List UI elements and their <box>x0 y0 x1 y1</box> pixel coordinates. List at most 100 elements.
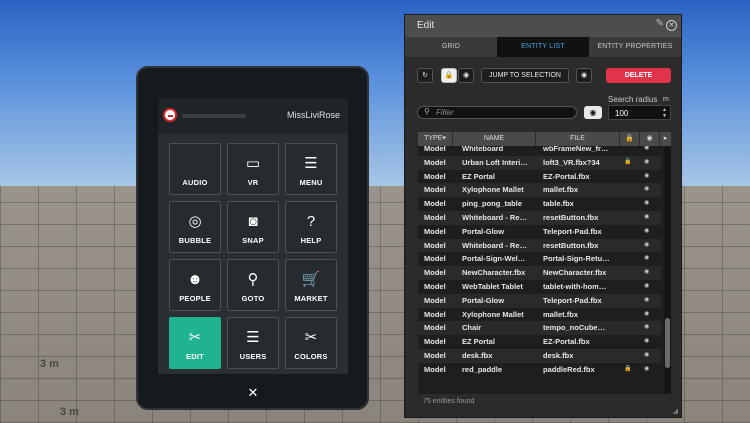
eye-icon[interactable]: ◉ <box>644 266 654 280</box>
close-icon[interactable]: ✕ <box>666 20 677 31</box>
cell-file: Teleport-Pad.fbx <box>543 295 602 305</box>
jump-to-selection-button[interactable]: JUMP TO SELECTION <box>481 68 569 83</box>
cell-type: Model <box>424 281 446 291</box>
tile-label: COLORS <box>294 352 328 361</box>
column-lock-icon[interactable]: 🔒 <box>620 132 640 146</box>
column-file[interactable]: FILE <box>536 132 620 146</box>
table-row[interactable]: Model Portal-Sign-Wel… Portal-Sign-Retu… ◉ <box>418 252 661 266</box>
scrollbar-thumb[interactable] <box>665 318 670 368</box>
ground-distance-label: 3 m <box>60 406 79 418</box>
cell-type: Model <box>424 157 446 167</box>
cell-type: Model <box>424 309 446 319</box>
eye-icon[interactable]: ◉ <box>644 197 654 211</box>
microphone-icon[interactable] <box>163 108 177 122</box>
table-row[interactable]: Model NewCharacter.fbx NewCharacter.fbx ◉ <box>418 266 661 280</box>
table-row[interactable]: Model Whiteboard - Re… resetButton.fbx ◉ <box>418 238 661 253</box>
tile-colors[interactable]: ✂ COLORS <box>285 317 337 369</box>
stepper-arrows-icon[interactable]: ▲ ▼ <box>662 107 667 119</box>
visibility-toggle-icon[interactable]: ◉ <box>458 68 474 83</box>
cell-name: WebTablet Tablet <box>462 281 523 291</box>
refresh-button[interactable]: ↻ <box>417 68 433 83</box>
table-row[interactable]: Model Xylophone Mallet mallet.fbx ◉ <box>418 308 661 322</box>
tablet-screen: MissLiviRose AUDIO ▭ VR ☰ MENU ◎ BUBBLE ◙ SNAP? H… <box>158 98 348 374</box>
cell-file: tablet-with-hom… <box>543 281 607 291</box>
username: MissLiviRose <box>286 110 340 120</box>
tablet-close-button[interactable]: ✕ <box>244 384 262 402</box>
tile-goto[interactable]: ⚲ GOTO <box>227 259 279 311</box>
eye-icon[interactable]: ◉ <box>644 294 654 308</box>
tile-help[interactable]: ? HELP <box>285 201 337 253</box>
tile-edit[interactable]: ✂ EDIT <box>169 317 221 369</box>
tile-snap[interactable]: ◙ SNAP <box>227 201 279 253</box>
column-more-icon[interactable]: ▸ <box>660 132 671 146</box>
table-row[interactable]: Model Chair tempo_noCube… ◉ <box>418 321 661 336</box>
edit-titlebar[interactable]: Edit ✎ ✕ <box>405 15 681 37</box>
table-row[interactable]: Model EZ Portal EZ-Portal.fbx ◉ <box>418 170 661 184</box>
eye-icon[interactable]: ◉ <box>644 156 654 170</box>
eye-icon[interactable]: ◉ <box>644 225 654 239</box>
eye-icon[interactable]: ◉ <box>644 280 654 294</box>
table-row[interactable]: Model red_paddle paddleRed.fbx 🔒 ◉ <box>418 363 661 377</box>
camera-icon: ◙ <box>248 212 258 230</box>
tile-label: MENU <box>299 178 323 187</box>
tile-menu[interactable]: ☰ MENU <box>285 143 337 195</box>
column-visible-icon[interactable]: ◉ <box>640 132 660 146</box>
search-radius-input[interactable]: 100 ▲ ▼ <box>608 105 671 120</box>
tile-users[interactable]: ☰ USERS <box>227 317 279 369</box>
tab-entity-list[interactable]: ENTITY LIST <box>497 37 589 57</box>
eye-icon[interactable]: ◉ <box>644 349 654 363</box>
delete-button[interactable]: DELETE <box>606 68 671 83</box>
eye-icon[interactable]: ◉ <box>644 170 654 184</box>
table-row[interactable]: Model WebTablet Tablet tablet-with-hom… ◉ <box>418 280 661 294</box>
eye-icon[interactable]: ◉ <box>644 239 654 253</box>
lock-icon[interactable]: 🔒 <box>441 68 457 83</box>
tile-vr[interactable]: ▭ VR <box>227 143 279 195</box>
eye-icon[interactable]: ◉ <box>644 363 654 377</box>
tile-bubble[interactable]: ◎ BUBBLE <box>169 201 221 253</box>
table-row[interactable]: Model Portal-Glow Teleport-Pad.fbx ◉ <box>418 293 661 308</box>
column-type[interactable]: TYPE▾ <box>418 132 453 146</box>
cell-name: Portal-Sign-Wel… <box>462 254 526 264</box>
cell-type: Model <box>424 185 446 195</box>
target-icon[interactable]: ◉ <box>576 68 592 83</box>
tab-grid[interactable]: GRID <box>405 37 497 57</box>
tile-label: GOTO <box>241 294 265 303</box>
table-scrollbar[interactable] <box>664 146 671 394</box>
cell-file: table.fbx <box>543 199 574 209</box>
cell-name: red_paddle <box>462 364 503 374</box>
cell-file: loft3_VR.fbx?34 <box>543 157 600 167</box>
filter-placeholder: Filter <box>436 108 454 117</box>
eye-icon[interactable]: ◉ <box>644 252 654 266</box>
pin-icon[interactable]: ✎ <box>656 18 664 29</box>
ground-distance-label: 3 m <box>40 358 59 370</box>
eye-icon[interactable]: ◉ <box>644 183 654 197</box>
search-radius-label: Search radius <box>608 95 658 104</box>
tab-entity-properties[interactable]: ENTITY PROPERTIES <box>589 37 681 57</box>
table-row[interactable]: Model desk.fbx desk.fbx ◉ <box>418 348 661 363</box>
cell-type: Model <box>424 240 446 250</box>
eye-icon[interactable]: ◉ <box>644 335 654 349</box>
resize-handle-icon[interactable]: ◢ <box>673 407 678 415</box>
lock-icon[interactable]: 🔒 <box>624 363 634 377</box>
eye-icon[interactable]: ◉ <box>644 308 654 322</box>
tile-market[interactable]: 🛒 MARKET <box>285 259 337 311</box>
table-row[interactable]: Model EZ Portal EZ-Portal.fbx ◉ <box>418 335 661 349</box>
column-name[interactable]: NAME <box>453 132 536 146</box>
table-row[interactable]: Model Xylophone Mallet mallet.fbx ◉ <box>418 183 661 198</box>
filter-visibility-icon[interactable]: ◉ <box>584 106 602 119</box>
cell-file: NewCharacter.fbx <box>543 268 607 278</box>
cell-file: resetButton.fbx <box>543 240 599 250</box>
tile-audio[interactable]: AUDIO <box>169 143 221 195</box>
tile-people[interactable]: ☻ PEOPLE <box>169 259 221 311</box>
table-row[interactable]: Model Whiteboard - Re… resetButton.fbx ◉ <box>418 210 661 225</box>
table-row[interactable]: Model Portal-Glow Teleport-Pad.fbx ◉ <box>418 225 661 239</box>
table-row[interactable]: Model ping_pong_table table.fbx ◉ <box>418 197 661 211</box>
cell-name: NewCharacter.fbx <box>462 268 526 278</box>
lock-icon[interactable]: 🔒 <box>624 156 634 170</box>
table-row[interactable]: Model Urban Loft Interi… loft3_VR.fbx?34 🔒 ◉ <box>418 155 661 170</box>
filter-input[interactable]: ⚲ Filter <box>417 106 577 119</box>
eye-icon[interactable]: ◉ <box>644 211 654 225</box>
tile-label: VR <box>247 178 259 187</box>
eye-icon[interactable]: ◉ <box>644 321 654 335</box>
entity-table-header: TYPE▾ NAME FILE 🔒 ◉ ▸ <box>418 132 671 146</box>
